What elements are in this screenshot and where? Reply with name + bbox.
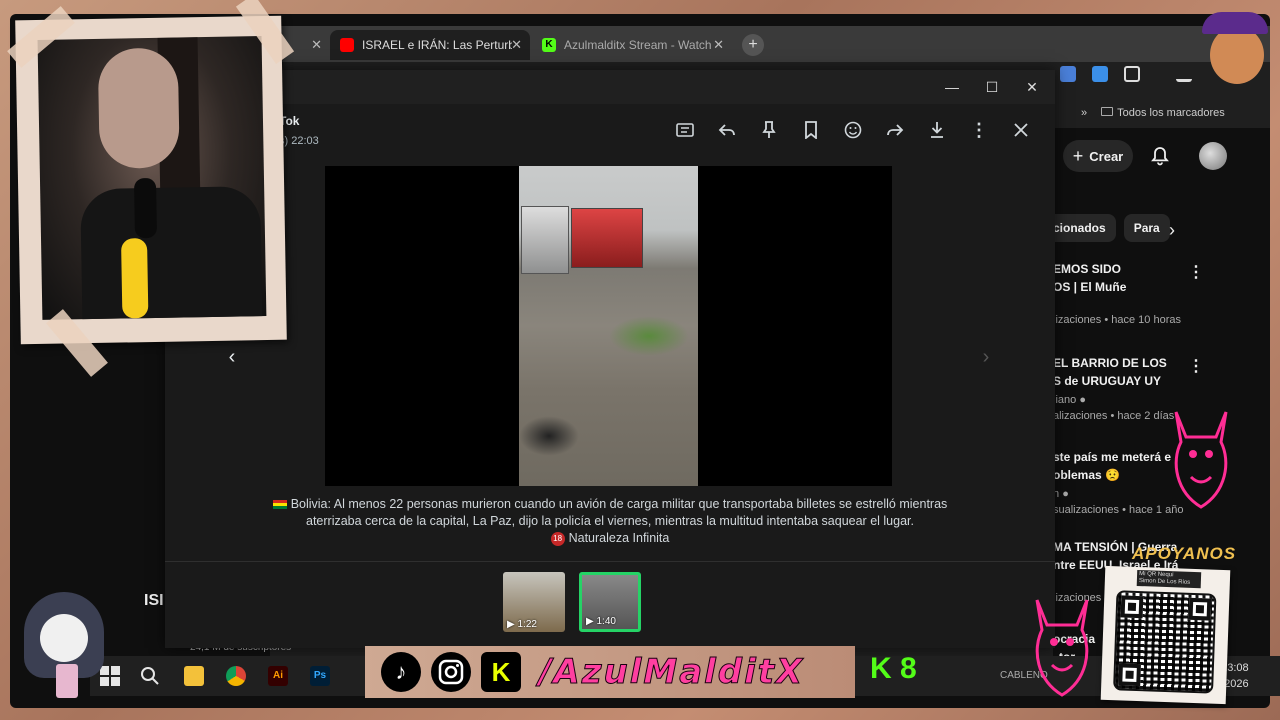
new-tab-button[interactable]: + — [742, 34, 764, 56]
reaper-mascot-icon — [16, 592, 112, 712]
debris-image — [519, 416, 579, 456]
emoji-icon[interactable] — [843, 120, 863, 140]
media-viewer-window: — ☐ ✕ Tok s) 22:03 ⋮ ‹ › Bolivia: Al men… — [165, 70, 1055, 648]
rubber-chicken-icon — [121, 238, 149, 319]
message-time: s) 22:03 — [279, 135, 319, 147]
account-avatar[interactable] — [1199, 142, 1227, 170]
chrome-icon[interactable] — [226, 666, 246, 686]
media-icon[interactable] — [1176, 66, 1192, 82]
tab-close-icon[interactable]: ✕ — [713, 37, 724, 53]
reply-icon[interactable] — [717, 120, 737, 140]
qr-label: Mi QR Nequi Simon De Los Rios — [1136, 569, 1202, 589]
filter-chips: cionados Para — [1053, 214, 1170, 242]
tab-label: ISRAEL e IRÁN: Las Perturbador — [362, 38, 512, 52]
tab-close-icon[interactable]: ✕ — [311, 37, 322, 53]
devil-mascot-icon — [1196, 4, 1276, 90]
webcam-overlay — [15, 15, 287, 345]
previous-media-button[interactable]: ‹ — [217, 342, 247, 372]
more-vert-icon[interactable]: ⋮ — [1188, 262, 1204, 282]
divider — [165, 561, 1055, 562]
video-camera-icon: ▶ — [586, 616, 594, 627]
file-explorer-icon[interactable] — [184, 666, 204, 686]
forward-icon[interactable] — [885, 120, 905, 140]
truck-image — [521, 206, 569, 274]
create-button[interactable]: + Crear — [1063, 140, 1133, 172]
instagram-icon — [431, 652, 471, 692]
social-banner: ♪ K /AzulMalditX — [365, 646, 855, 698]
close-window-button[interactable]: ✕ — [1021, 76, 1043, 98]
search-icon[interactable] — [140, 666, 160, 686]
list-icon[interactable] — [675, 120, 695, 140]
more-icon[interactable]: ⋮ — [969, 120, 989, 140]
puzzle-icon[interactable] — [1124, 66, 1140, 82]
media-thumbnail-selected[interactable]: ▶ 1:40 — [579, 572, 641, 632]
photoshop-icon[interactable]: Ps — [310, 666, 330, 686]
streamer-webcam — [37, 36, 267, 320]
folder-icon — [1101, 107, 1114, 116]
pin-icon[interactable] — [759, 120, 779, 140]
pink-devil-icon — [1166, 402, 1236, 512]
download-icon[interactable] — [927, 120, 947, 140]
debris-image — [609, 316, 689, 356]
chip[interactable]: Para — [1123, 214, 1170, 242]
tab-youtube[interactable]: ISRAEL e IRÁN: Las Perturbador ✕ — [330, 30, 530, 60]
pink-devil-icon — [1020, 590, 1104, 700]
kick-badge: K 8 — [870, 652, 917, 685]
close-icon[interactable] — [1011, 120, 1031, 140]
translate-icon[interactable] — [1060, 66, 1076, 82]
streamer-body — [80, 186, 263, 320]
adult-content-icon: 18 — [550, 531, 565, 546]
tab-kick[interactable]: K Azulmalditx Stream - Watch Li ✕ — [532, 30, 732, 60]
truck-image — [571, 208, 643, 268]
microphone-icon — [133, 177, 158, 239]
media-stage[interactable] — [325, 166, 892, 486]
chip[interactable]: cionados — [1053, 214, 1116, 242]
qr-code-icon — [1113, 590, 1217, 694]
donation-qr-card: Mi QR Nequi Simon De Los Rios — [1100, 565, 1231, 705]
bookmarks-overflow[interactable]: » — [1081, 107, 1087, 119]
notifications-bell-icon[interactable] — [1151, 146, 1169, 166]
kick-icon: K — [542, 38, 556, 52]
plus-icon: + — [1072, 145, 1084, 166]
verified-icon: ● — [1062, 488, 1069, 500]
video-camera-icon: ▶ — [507, 619, 515, 630]
more-vert-icon[interactable]: ⋮ — [1188, 356, 1204, 376]
crash-video-frame[interactable] — [519, 166, 698, 486]
verified-icon: ● — [1079, 394, 1086, 406]
bolivia-flag-icon — [272, 500, 287, 510]
media-actions: ⋮ — [675, 120, 1031, 140]
bookmark-icon[interactable] — [801, 120, 821, 140]
media-caption: Bolivia: Al menos 22 personas murieron c… — [265, 496, 955, 547]
tab-strip: ✕ ISRAEL e IRÁN: Las Perturbador ✕ K Azu… — [270, 26, 1270, 62]
support-label: APOYANOS — [1132, 544, 1237, 563]
minimize-button[interactable]: — — [941, 76, 963, 98]
kick-icon: K — [481, 652, 521, 692]
illustrator-icon[interactable]: Ai — [268, 666, 288, 686]
tab-close-icon[interactable]: ✕ — [511, 37, 522, 53]
window-titlebar: — ☐ ✕ — [165, 70, 1055, 104]
tab-label: Azulmalditx Stream - Watch Li — [564, 38, 714, 52]
youtube-icon — [340, 38, 354, 52]
maximize-button[interactable]: ☐ — [981, 76, 1003, 98]
extension-icon[interactable] — [1092, 66, 1108, 82]
video-title-partial: ISI — [144, 592, 164, 609]
extensions-bar — [1060, 66, 1192, 82]
chevron-right-icon[interactable]: › — [1169, 220, 1175, 241]
all-bookmarks[interactable]: Todos los marcadores — [1101, 107, 1225, 119]
next-media-button[interactable]: › — [971, 342, 1001, 372]
media-thumbnail[interactable]: ▶ 1:22 — [503, 572, 565, 632]
bookmarks-bar: » Todos los marcadores — [1053, 102, 1270, 124]
streamer-handle: /AzulMalditX — [538, 652, 805, 693]
tiktok-icon: ♪ — [381, 652, 421, 692]
streamer-face — [97, 47, 180, 169]
